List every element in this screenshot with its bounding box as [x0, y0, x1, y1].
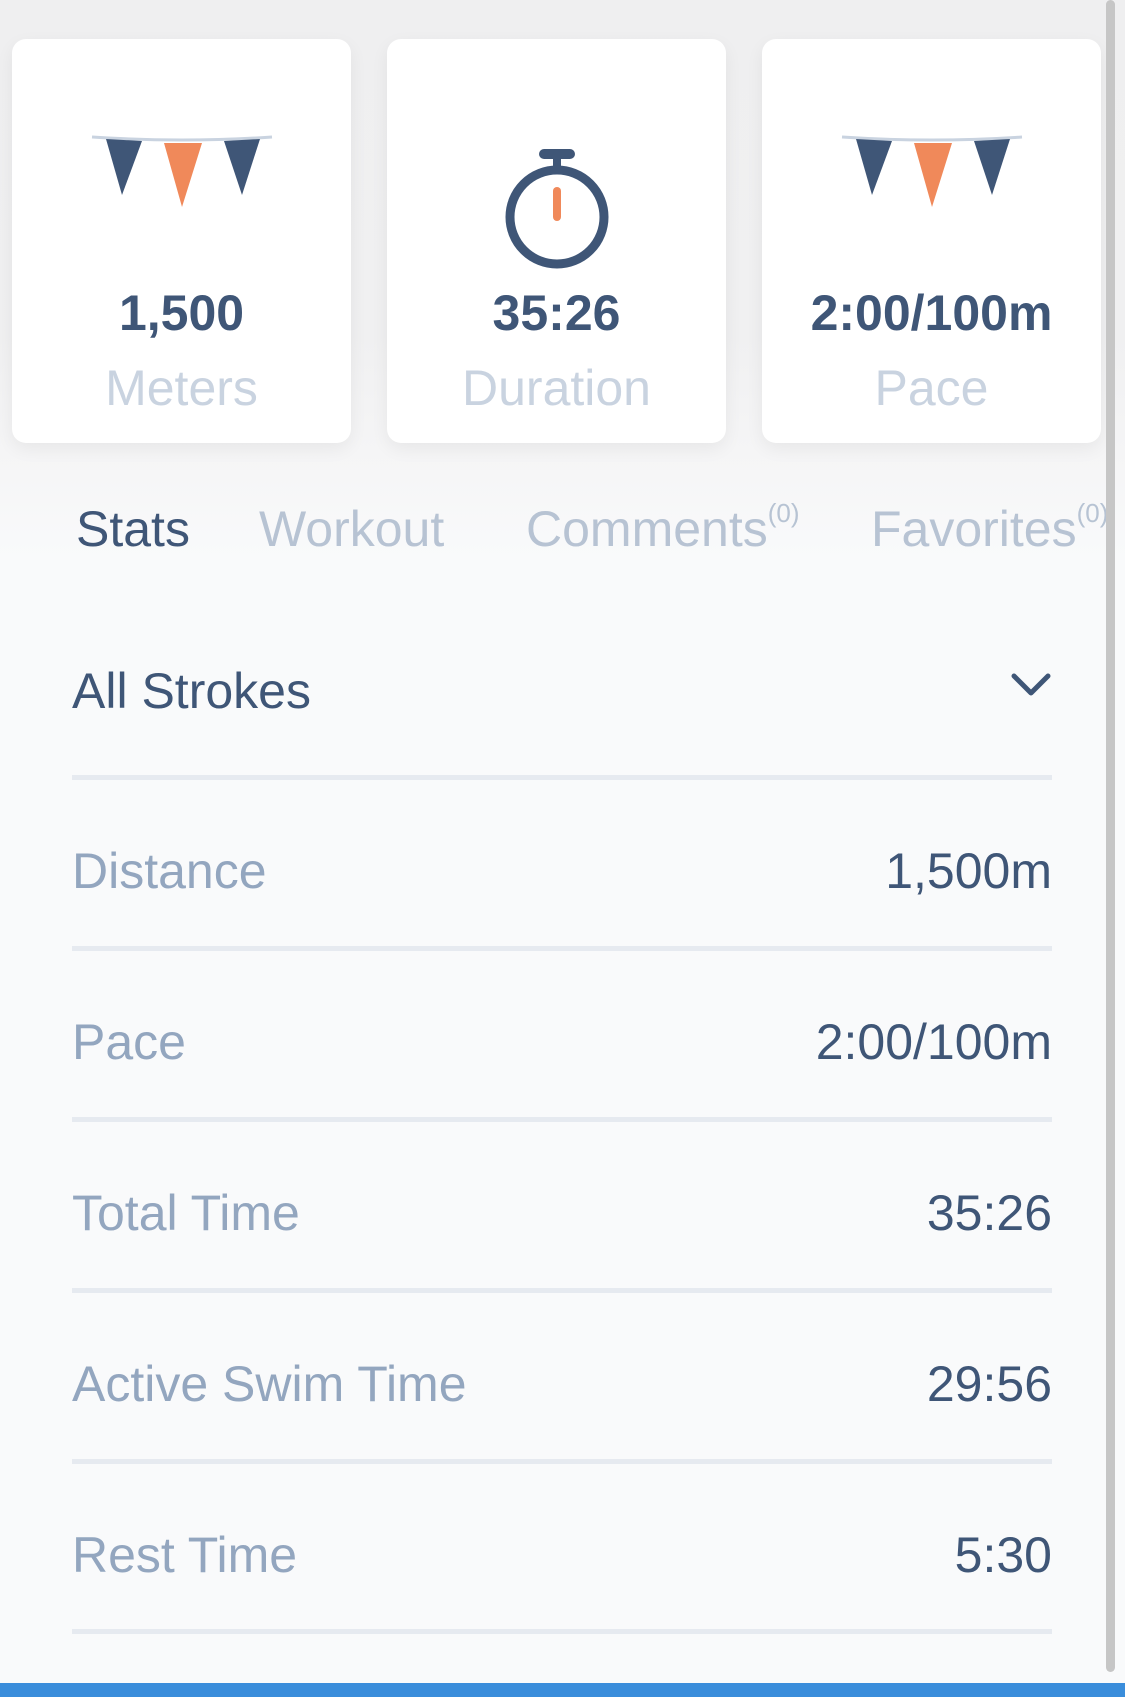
stat-row-distance: Distance 1,500m — [72, 832, 1052, 912]
stat-row-value: 35:26 — [926, 1185, 1052, 1241]
stat-row-pace: Pace 2:00/100m — [72, 1003, 1052, 1083]
stat-row-label: Total Time — [72, 1185, 300, 1241]
bottom-accent-bar — [0, 1683, 1125, 1697]
stat-row-label: Distance — [72, 843, 267, 899]
divider — [72, 1288, 1052, 1293]
pennant-flags-icon — [840, 129, 1024, 224]
stat-row-label: Active Swim Time — [72, 1356, 467, 1412]
meters-card: 1,500 Meters — [12, 39, 351, 443]
divider — [72, 1459, 1052, 1464]
tab-favorites-count: (0) — [1076, 498, 1109, 529]
stat-row-value: 29:56 — [926, 1356, 1052, 1412]
pace-value: 2:00/100m — [810, 285, 1053, 341]
tab-workout[interactable]: Workout — [259, 500, 444, 558]
duration-card: 35:26 Duration — [387, 39, 726, 443]
tab-workout-label: Workout — [259, 501, 445, 557]
pace-label: Pace — [874, 360, 989, 416]
duration-label: Duration — [462, 360, 651, 416]
stopwatch-icon — [501, 147, 613, 278]
chevron-down-icon — [1010, 672, 1052, 703]
divider — [72, 1629, 1052, 1634]
tab-favorites-label: Favorites — [871, 501, 1077, 557]
stroke-selector-value: All Strokes — [72, 663, 311, 719]
pennant-flags-icon — [90, 129, 274, 224]
tab-bar: Stats Workout Comments(0) Favorites(0) — [0, 498, 1125, 580]
swim-stats-page: 1,500 Meters 35:26 Duration 2:00/100m Pa… — [0, 0, 1125, 1697]
stat-row-value: 2:00/100m — [815, 1014, 1052, 1070]
tab-comments[interactable]: Comments(0) — [526, 498, 800, 558]
divider — [72, 1117, 1052, 1122]
stroke-selector[interactable]: All Strokes — [72, 650, 1052, 730]
tab-stats[interactable]: Stats — [76, 500, 190, 558]
divider — [72, 775, 1052, 780]
divider — [72, 946, 1052, 951]
meters-value: 1,500 — [118, 285, 245, 341]
stat-row-value: 5:30 — [954, 1527, 1052, 1583]
stat-row-rest-time: Rest Time 5:30 — [72, 1516, 1052, 1596]
stat-row-value: 1,500m — [885, 843, 1052, 899]
pace-card: 2:00/100m Pace — [762, 39, 1101, 443]
vertical-scrollbar[interactable] — [1106, 0, 1115, 1672]
stat-row-label: Pace — [72, 1014, 186, 1070]
tab-favorites[interactable]: Favorites(0) — [871, 498, 1109, 558]
stat-row-total-time: Total Time 35:26 — [72, 1174, 1052, 1254]
tab-stats-label: Stats — [76, 501, 190, 557]
summary-band: 1,500 Meters 35:26 Duration 2:00/100m Pa… — [0, 0, 1125, 560]
tab-comments-count: (0) — [767, 498, 800, 529]
stat-row-label: Rest Time — [72, 1527, 298, 1583]
tab-comments-label: Comments — [526, 501, 768, 557]
meters-label: Meters — [105, 360, 258, 416]
stat-row-active-swim-time: Active Swim Time 29:56 — [72, 1345, 1052, 1425]
duration-value: 35:26 — [492, 285, 621, 341]
